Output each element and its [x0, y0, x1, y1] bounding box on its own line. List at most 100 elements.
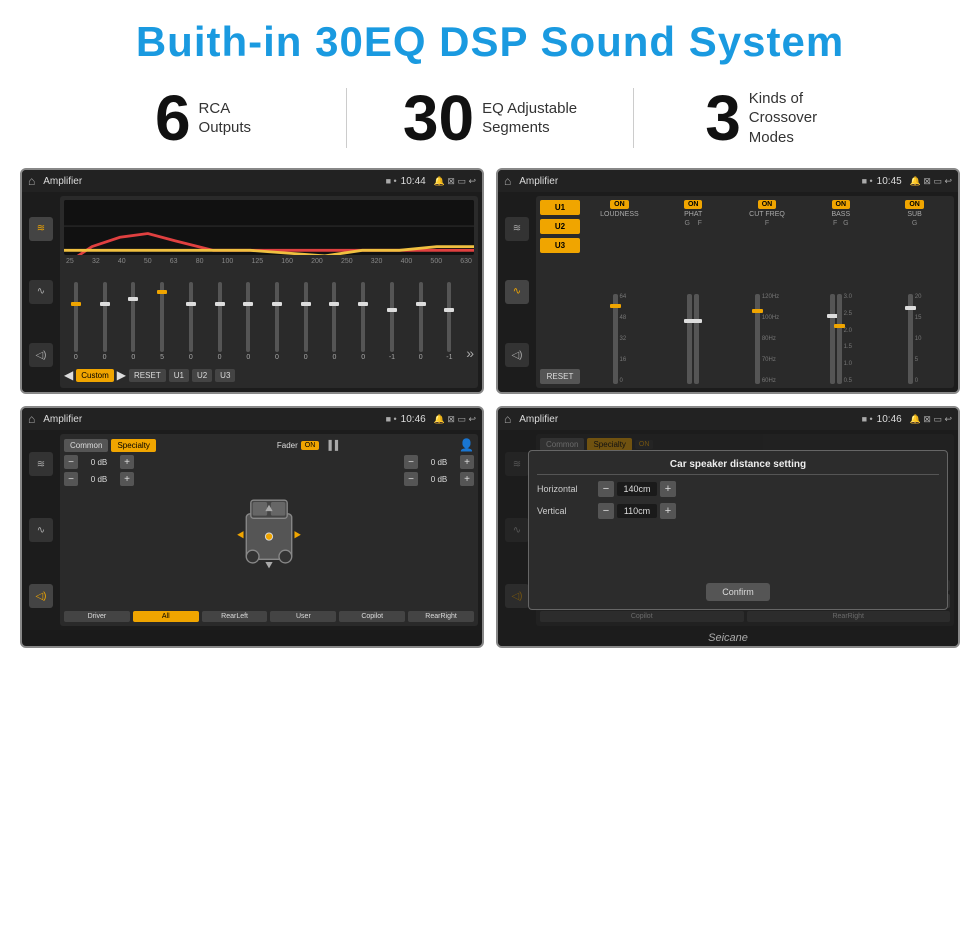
- eq-slider-2[interactable]: 0: [93, 282, 117, 361]
- vol-plus-1[interactable]: +: [120, 455, 134, 469]
- stat-number-eq: 30: [403, 86, 474, 150]
- vol-row-4: − 0 dB +: [404, 472, 474, 486]
- cx-icon-wave[interactable]: ∿: [505, 280, 529, 304]
- eq-slider-9[interactable]: 0: [294, 282, 318, 361]
- vol-minus-4[interactable]: −: [404, 472, 418, 486]
- cx-cutfreq-toggle[interactable]: ON: [758, 200, 777, 209]
- eq-u2-button[interactable]: U2: [192, 369, 212, 382]
- cx-u3-button[interactable]: U3: [540, 238, 580, 253]
- eq-reset-button[interactable]: RESET: [129, 369, 166, 382]
- cx-u2-button[interactable]: U2: [540, 219, 580, 234]
- eq-freq-labels: 25 32 40 50 63 80 100 125 160 200 250 32…: [64, 258, 474, 265]
- spk-status-icons: 🔔 ⊠ ▭ ↩: [434, 414, 476, 425]
- spk-icon-eq[interactable]: ≋: [29, 452, 53, 476]
- eq-slider-5[interactable]: 0: [179, 282, 203, 361]
- vol-plus-3[interactable]: +: [460, 455, 474, 469]
- eq-time: 10:44: [401, 176, 426, 187]
- eq-icon-speaker[interactable]: ◁): [29, 343, 53, 367]
- spk-tab-common[interactable]: Common: [64, 439, 108, 452]
- vol-plus-4[interactable]: +: [460, 472, 474, 486]
- spk-bar-title: Amplifier: [43, 414, 381, 425]
- cx-content: ≋ ∿ ◁) U1 U2 U3 RESET ON LOUDNESS: [498, 192, 958, 392]
- dialog-vertical-row: Vertical − 110cm +: [537, 503, 939, 519]
- spk-icon-speaker[interactable]: ◁): [29, 584, 53, 608]
- zone-copilot[interactable]: Copilot: [339, 611, 405, 622]
- eq-slider-13[interactable]: 0: [409, 282, 433, 361]
- cx-cutfreq-slider: 120Hz 100Hz 80Hz 70Hz 60Hz: [755, 229, 779, 384]
- eq-home-icon[interactable]: ⌂: [28, 174, 35, 188]
- cx-loudness-toggle[interactable]: ON: [610, 200, 629, 209]
- eq-icon-wave[interactable]: ∿: [29, 280, 53, 304]
- spk-tabs: Common Specialty Fader ON ▐▐ 👤: [64, 438, 474, 452]
- dialog-horizontal-label: Horizontal: [537, 484, 592, 494]
- eq-slider-8[interactable]: 0: [265, 282, 289, 361]
- watermark: Seicane: [498, 630, 958, 646]
- spk-home-icon[interactable]: ⌂: [28, 412, 35, 426]
- eq-u1-button[interactable]: U1: [169, 369, 189, 382]
- zone-rearright[interactable]: RearRight: [408, 611, 474, 622]
- horizontal-minus-button[interactable]: −: [598, 481, 614, 497]
- cx-bass-toggle[interactable]: ON: [832, 200, 851, 209]
- eq-slider-3[interactable]: 0: [121, 282, 145, 361]
- eq-bar-title: Amplifier: [43, 176, 381, 187]
- eq-custom-button[interactable]: Custom: [76, 369, 114, 382]
- eq-scroll-right[interactable]: »: [466, 345, 474, 361]
- zone-rearleft[interactable]: RearLeft: [202, 611, 268, 622]
- cx-u1-button[interactable]: U1: [540, 200, 580, 215]
- stats-row: 6 RCA Outputs 30 EQ Adjustable Segments …: [0, 76, 980, 168]
- eq-icon-eq[interactable]: ≋: [29, 217, 53, 241]
- spk-icon-wave[interactable]: ∿: [29, 518, 53, 542]
- eq-u3-button[interactable]: U3: [215, 369, 235, 382]
- page-header: Buith-in 30EQ DSP Sound System: [0, 0, 980, 76]
- vol-minus-1[interactable]: −: [64, 455, 78, 469]
- spk-status-bar: ⌂ Amplifier ■ • 10:46 🔔 ⊠ ▭ ↩: [22, 408, 482, 430]
- eq-slider-14[interactable]: -1: [438, 282, 462, 361]
- eq-content: ≋ ∿ ◁): [22, 192, 482, 392]
- eq-status-bar: ⌂ Amplifier ■ • 10:44 🔔 ⊠ ▭ ↩: [22, 170, 482, 192]
- confirm-button[interactable]: Confirm: [706, 583, 770, 601]
- distance-dialog: Car speaker distance setting Horizontal …: [528, 450, 948, 610]
- dialog-title: Car speaker distance setting: [537, 459, 939, 475]
- cx-icon-speaker[interactable]: ◁): [505, 343, 529, 367]
- fader-toggle[interactable]: ON: [301, 441, 320, 450]
- vertical-plus-button[interactable]: +: [660, 503, 676, 519]
- cx-icon-eq[interactable]: ≋: [505, 217, 529, 241]
- eq-slider-11[interactable]: 0: [351, 282, 375, 361]
- spk-content: ≋ ∿ ◁) Common Specialty Fader ON ▐▐ 👤: [22, 430, 482, 630]
- dialog-horizontal-row: Horizontal − 140cm +: [537, 481, 939, 497]
- dist-home-icon[interactable]: ⌂: [504, 412, 511, 426]
- cx-ch-bass: ON BASS F G 3.0 2.5 2.0 1.5 1.0: [805, 200, 876, 384]
- vol-plus-2[interactable]: +: [120, 472, 134, 486]
- eq-next-button[interactable]: ▶: [117, 368, 126, 382]
- cx-reset-button[interactable]: RESET: [540, 369, 580, 384]
- cx-home-icon[interactable]: ⌂: [504, 174, 511, 188]
- eq-slider-7[interactable]: 0: [236, 282, 260, 361]
- eq-prev-button[interactable]: ◀: [64, 368, 73, 382]
- zone-user[interactable]: User: [270, 611, 336, 622]
- spk-tab-specialty[interactable]: Specialty: [111, 439, 155, 452]
- horizontal-plus-button[interactable]: +: [660, 481, 676, 497]
- spk-sidebar: ≋ ∿ ◁): [26, 434, 56, 626]
- vol-minus-2[interactable]: −: [64, 472, 78, 486]
- vol-val-2: 0 dB: [81, 475, 117, 484]
- zone-driver[interactable]: Driver: [64, 611, 130, 622]
- eq-slider-1[interactable]: 0: [64, 282, 88, 361]
- spk-profile-icon[interactable]: 👤: [459, 438, 474, 452]
- vol-minus-3[interactable]: −: [404, 455, 418, 469]
- cx-sub-toggle[interactable]: ON: [905, 200, 924, 209]
- vertical-minus-button[interactable]: −: [598, 503, 614, 519]
- eq-slider-4[interactable]: 5: [150, 282, 174, 361]
- zone-all[interactable]: All: [133, 611, 199, 622]
- cx-channels: ON LOUDNESS 64 48 32 16 0: [584, 200, 950, 384]
- dist-status-icons: 🔔 ⊠ ▭ ↩: [910, 414, 952, 425]
- spk-left-vols: − 0 dB + − 0 dB +: [64, 455, 134, 608]
- eq-slider-10[interactable]: 0: [323, 282, 347, 361]
- eq-slider-12[interactable]: -1: [380, 282, 404, 361]
- cx-phat-toggle[interactable]: ON: [684, 200, 703, 209]
- page-title: Buith-in 30EQ DSP Sound System: [0, 18, 980, 66]
- eq-slider-6[interactable]: 0: [208, 282, 232, 361]
- spk-zone-buttons: Driver All RearLeft User Copilot RearRig…: [64, 611, 474, 622]
- cx-presets: U1 U2 U3 RESET: [540, 200, 580, 384]
- stat-crossover: 3 Kinds of Crossover Modes: [634, 86, 920, 150]
- stat-label-crossover: Kinds of Crossover Modes: [749, 89, 849, 148]
